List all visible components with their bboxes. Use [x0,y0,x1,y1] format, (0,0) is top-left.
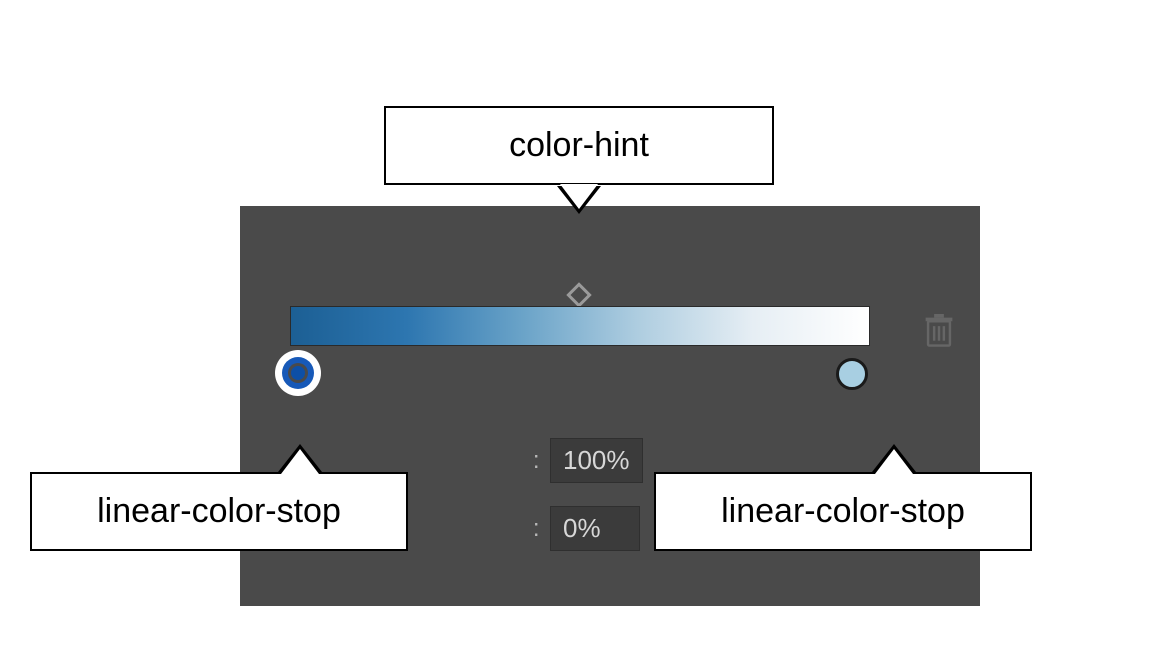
callout-bl-label: linear-color-stop [97,492,341,530]
color-hint-handle[interactable] [566,282,591,307]
callout-color-hint: color-hint [384,106,774,185]
callout-pointer-top [557,186,601,214]
callout-top-label: color-hint [509,126,649,164]
callout-pointer-bl [278,444,322,472]
input-label-1: : [520,447,540,475]
gradient-track[interactable] [290,306,870,346]
callout-linear-color-stop-right: linear-color-stop [654,472,1032,551]
location-input[interactable]: 0% [550,506,640,551]
color-stop-right[interactable] [836,358,868,390]
color-stop-left-core [291,366,305,380]
input-row-opacity: : 100% [520,438,643,483]
callout-pointer-br [872,444,916,472]
callout-linear-color-stop-left: linear-color-stop [30,472,408,551]
input-row-location: : 0% [520,506,640,551]
callout-br-label: linear-color-stop [721,492,965,530]
input-label-2: : [520,515,540,543]
opacity-input[interactable]: 100% [550,438,643,483]
trash-icon[interactable] [924,314,954,348]
